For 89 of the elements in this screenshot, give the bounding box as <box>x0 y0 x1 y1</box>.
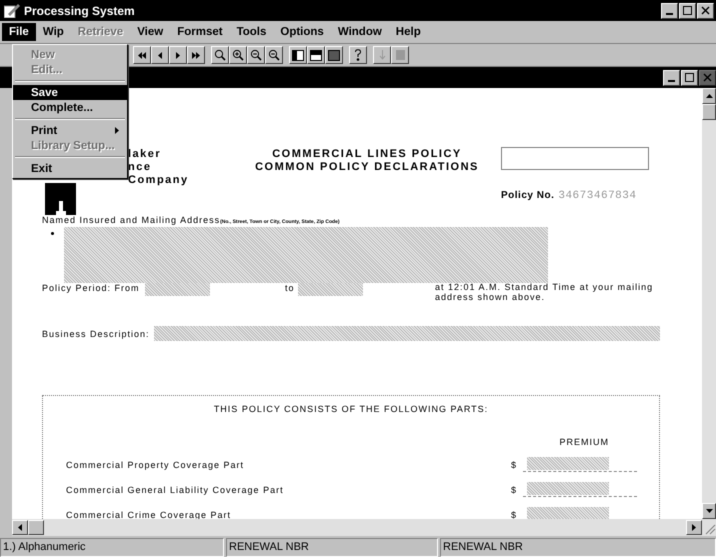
menu-item[interactable]: Tools <box>230 23 274 41</box>
company-name: Company <box>128 174 189 187</box>
menu-item[interactable]: File <box>2 23 36 41</box>
menu-item[interactable]: Help <box>388 23 428 41</box>
minimize-button[interactable] <box>663 70 680 86</box>
zoom-button[interactable] <box>211 46 229 64</box>
period-note: at 12:01 A.M. Standard Time at your mailing address shown above. <box>435 282 654 302</box>
maximize-icon <box>683 6 692 15</box>
business-description-label: Business Description: <box>42 328 151 338</box>
policy-number: Policy No. 34673467834 <box>501 190 638 202</box>
scroll-left-button[interactable] <box>12 520 28 535</box>
menu-item[interactable]: Options <box>273 23 331 41</box>
close-icon <box>701 6 710 15</box>
menu-item[interactable]: Complete... <box>13 100 127 115</box>
scroll-right-button[interactable] <box>686 520 702 535</box>
menu-item[interactable]: Wip <box>36 23 71 41</box>
currency-sign: $ <box>511 460 518 470</box>
magnifier-icon <box>268 49 280 61</box>
period-to-label: to <box>285 283 296 293</box>
note-button[interactable] <box>391 46 409 64</box>
minimize-icon <box>666 12 673 14</box>
redacted-field <box>145 283 210 296</box>
view-button[interactable] <box>289 46 307 64</box>
redacted-field <box>298 283 363 296</box>
minimize-button[interactable] <box>661 2 678 18</box>
right-triangle-icon <box>174 52 182 58</box>
left-triangle-icon <box>156 52 164 58</box>
horizontal-scrollbar[interactable] <box>12 519 716 536</box>
view-button[interactable] <box>307 46 325 64</box>
down-arrow-icon <box>378 50 386 60</box>
down-triangle-icon <box>706 509 712 513</box>
search-icon <box>214 49 226 61</box>
zoom-out-button[interactable] <box>247 46 265 64</box>
scroll-thumb[interactable] <box>28 520 44 535</box>
minimize-icon <box>668 80 675 82</box>
help-icon <box>354 49 362 61</box>
window-layout-icon <box>328 50 340 60</box>
period-label: Policy Period: From <box>42 283 141 293</box>
help-button[interactable] <box>349 46 367 64</box>
logo-icon <box>45 183 76 215</box>
zoom-page-button[interactable] <box>265 46 283 64</box>
double-right-triangle-icon <box>192 52 200 58</box>
scroll-up-button[interactable] <box>702 88 716 104</box>
menu-item[interactable]: View <box>130 23 170 41</box>
first-page-button[interactable] <box>133 46 151 64</box>
coverage-part-name: Commercial Property Coverage Part <box>66 460 246 470</box>
close-button[interactable] <box>697 2 714 18</box>
last-page-button[interactable] <box>187 46 205 64</box>
window-title: Processing System <box>24 4 136 18</box>
up-triangle-icon <box>706 94 712 98</box>
company-name: nce <box>128 161 152 174</box>
coverage-part-name: Commercial Crime Coverage Part <box>66 510 232 519</box>
left-triangle-icon <box>18 524 22 531</box>
status-panel: RENEWAL NBR <box>226 538 438 557</box>
currency-sign: $ <box>511 484 518 494</box>
premium-heading: PREMIUM <box>558 437 610 447</box>
currency-sign: $ <box>511 510 518 519</box>
parts-heading: THIS POLICY CONSISTS OF THE FOLLOWING PARTS: <box>212 404 490 414</box>
document-title: COMMON POLICY DECLARATIONS <box>254 161 480 174</box>
bullet-icon <box>51 232 54 235</box>
view-button[interactable] <box>325 46 343 64</box>
maximize-button[interactable] <box>681 70 698 86</box>
zoom-in-button[interactable] <box>229 46 247 64</box>
menu-item[interactable]: Save <box>13 85 127 100</box>
scroll-down-button[interactable] <box>702 503 716 519</box>
zoom-in-icon <box>232 49 244 61</box>
maximize-icon <box>685 73 694 82</box>
menu-item[interactable]: Formset <box>170 23 230 41</box>
status-panel: RENEWAL NBR <box>440 538 716 557</box>
document-title: COMMERCIAL LINES POLICY <box>271 148 463 161</box>
window-layout-icon <box>292 50 304 60</box>
app-icon <box>4 4 20 18</box>
maximize-button[interactable] <box>679 2 696 18</box>
zoom-out-icon <box>250 49 262 61</box>
next-page-button[interactable] <box>169 46 187 64</box>
menu-item[interactable]: Window <box>330 23 389 41</box>
status-panel: 1.) Alphanumeric <box>0 538 224 557</box>
download-button[interactable] <box>373 46 391 64</box>
window-layout-icon <box>310 50 322 60</box>
menu-item[interactable]: Print <box>13 123 127 138</box>
company-name: laker <box>128 148 162 161</box>
double-left-triangle-icon <box>138 52 146 58</box>
close-icon <box>703 73 712 82</box>
right-triangle-icon <box>692 524 696 531</box>
menu-item[interactable]: Exit <box>13 161 127 176</box>
scroll-thumb[interactable] <box>702 104 716 120</box>
previous-page-button[interactable] <box>151 46 169 64</box>
coverage-part-name: Commercial General Liability Coverage Part <box>66 484 285 494</box>
vertical-scrollbar[interactable] <box>702 88 716 519</box>
